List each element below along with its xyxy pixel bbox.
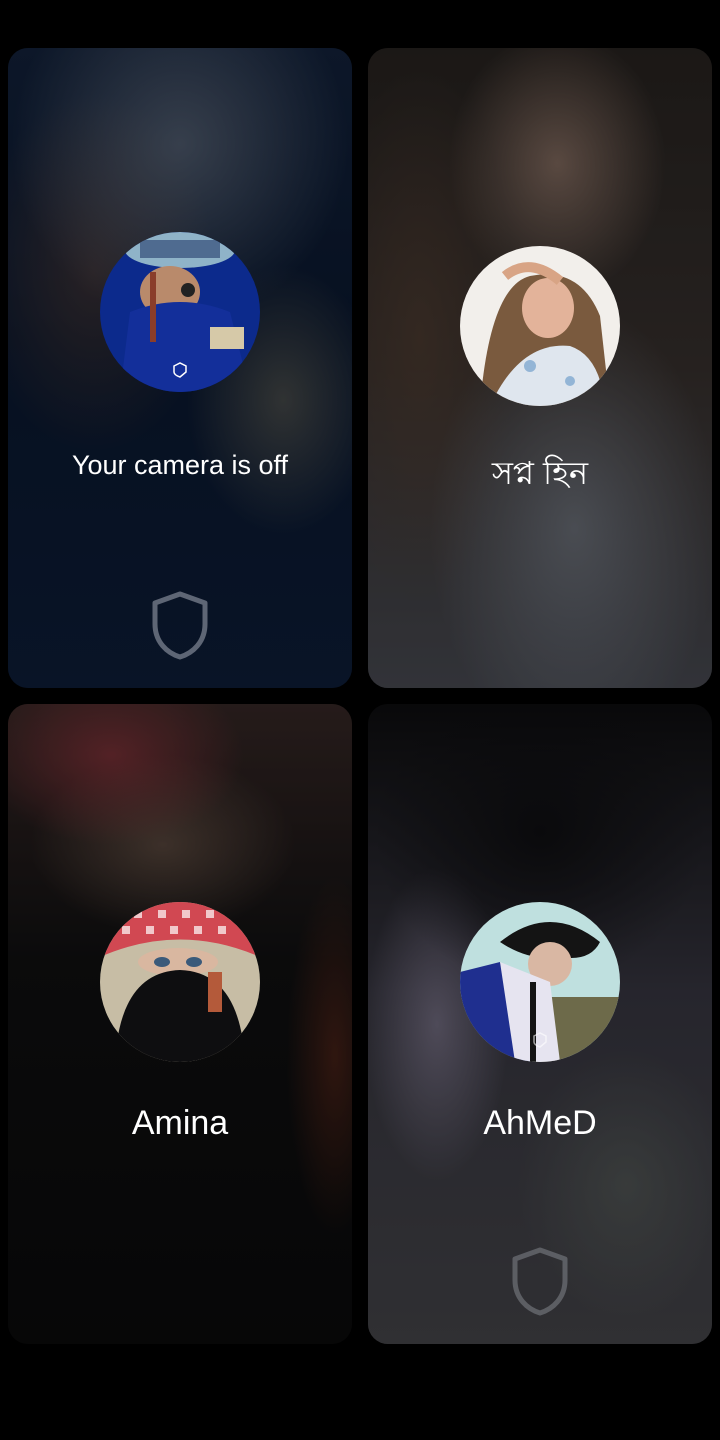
participant-name: সপ্ন হিন — [491, 455, 589, 491]
participant-name: Amina — [131, 1104, 229, 1142]
avatar-image — [100, 232, 260, 392]
shield-icon — [149, 590, 211, 660]
participant-name: AhMeD — [483, 1104, 597, 1142]
participant-tile[interactable]: সপ্ন হিন — [368, 48, 712, 688]
shield-icon — [509, 1246, 571, 1316]
participant-tile[interactable]: AhMeD — [368, 704, 712, 1344]
avatar — [100, 232, 260, 392]
avatar-image — [100, 902, 260, 1062]
participant-name: Your camera is off — [71, 450, 289, 480]
participant-tile[interactable]: Amina — [8, 704, 352, 1344]
avatar — [460, 246, 620, 406]
video-call-grid: Your camera is off সপ্ন হিন Amina AhMeD — [0, 0, 720, 1440]
participant-tile-self[interactable]: Your camera is off — [8, 48, 352, 688]
avatar — [100, 902, 260, 1062]
avatar-image — [460, 246, 620, 406]
avatar — [460, 902, 620, 1062]
avatar-image — [460, 902, 620, 1062]
